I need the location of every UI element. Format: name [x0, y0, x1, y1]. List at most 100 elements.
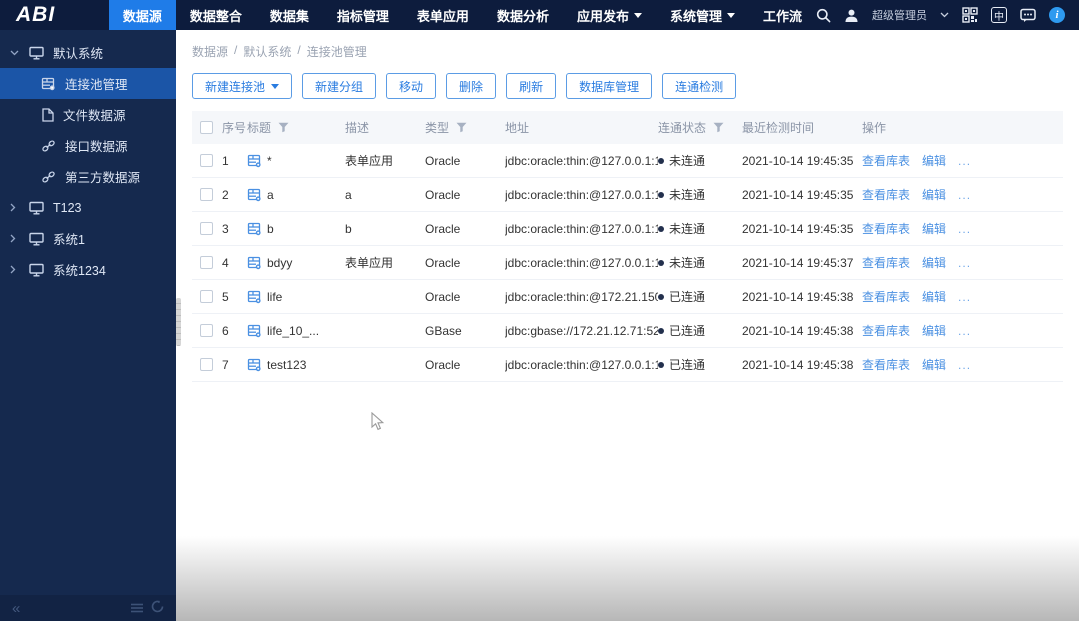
- chevron-right-icon[interactable]: [10, 265, 20, 274]
- nav-item-4[interactable]: 指标管理: [323, 0, 403, 30]
- sidebar-subitem-1-4[interactable]: 第三方数据源: [0, 161, 176, 192]
- refresh-icon[interactable]: [151, 600, 164, 616]
- menu-icon[interactable]: [131, 601, 143, 616]
- nav-item-3[interactable]: 数据集: [256, 0, 323, 30]
- toolbar-button-label: 刷新: [519, 79, 544, 94]
- nav-item-6[interactable]: 数据分析: [483, 0, 563, 30]
- filter-icon[interactable]: [713, 122, 724, 133]
- toolbar-button-7[interactable]: 连通检测: [662, 73, 737, 99]
- chevron-right-icon[interactable]: [10, 203, 20, 212]
- top-navigation-bar: ABI 数据源 数据整合 数据集 指标管理 表单应用 数据分析 应用发布 系统管理 工作流 超级…: [0, 0, 1079, 30]
- user-avatar-icon[interactable]: [844, 8, 859, 23]
- filter-icon[interactable]: [456, 122, 467, 133]
- toolbar-button-4[interactable]: 删除: [446, 73, 497, 99]
- row-title[interactable]: life_10_...: [267, 324, 319, 338]
- row-title[interactable]: life: [267, 290, 282, 304]
- breadcrumb-default-system[interactable]: 默认系统: [243, 43, 291, 60]
- edit-link[interactable]: 编辑: [922, 152, 946, 169]
- row-description: a: [345, 187, 352, 202]
- chevron-right-icon[interactable]: [10, 234, 20, 243]
- row-address: jdbc:gbase://172.21.12.71:52...: [505, 323, 658, 338]
- more-actions-link[interactable]: ...: [958, 324, 971, 338]
- filter-icon[interactable]: [278, 122, 289, 133]
- row-status-cell: 已连通: [658, 322, 742, 339]
- edit-link[interactable]: 编辑: [922, 186, 946, 203]
- language-switch-icon[interactable]: 中: [991, 7, 1007, 23]
- toolbar-button-label: 数据库管理: [579, 79, 640, 94]
- row-checkbox[interactable]: [200, 324, 213, 337]
- view-tables-link[interactable]: 查看库表: [862, 254, 910, 271]
- view-tables-link[interactable]: 查看库表: [862, 356, 910, 373]
- collapse-sidebar-icon[interactable]: «: [12, 600, 20, 617]
- nav-item-2[interactable]: 数据整合: [176, 0, 256, 30]
- database-icon: [247, 256, 262, 270]
- column-header-4: 类型: [425, 119, 505, 136]
- sidebar-subitem-1-1[interactable]: 连接池管理: [0, 68, 176, 99]
- nav-item-5[interactable]: 表单应用: [403, 0, 483, 30]
- view-tables-link[interactable]: 查看库表: [862, 152, 910, 169]
- view-tables-link[interactable]: 查看库表: [862, 186, 910, 203]
- edit-link[interactable]: 编辑: [922, 220, 946, 237]
- row-checkbox[interactable]: [200, 256, 213, 269]
- more-actions-link[interactable]: ...: [958, 256, 971, 270]
- more-actions-link[interactable]: ...: [958, 290, 971, 304]
- current-username[interactable]: 超级管理员: [872, 7, 927, 23]
- nav-item-8[interactable]: 系统管理: [656, 0, 749, 30]
- toolbar-button-2[interactable]: 新建分组: [302, 73, 377, 99]
- nav-item-7[interactable]: 应用发布: [563, 0, 656, 30]
- row-checkbox[interactable]: [200, 358, 213, 371]
- select-all-checkbox[interactable]: [200, 121, 213, 134]
- more-actions-link[interactable]: ...: [958, 188, 971, 202]
- row-title[interactable]: b: [267, 222, 274, 236]
- breadcrumb-connection-pool[interactable]: 连接池管理: [307, 43, 367, 60]
- row-title[interactable]: *: [267, 154, 272, 168]
- row-title[interactable]: a: [267, 188, 274, 202]
- row-checkbox[interactable]: [200, 222, 213, 235]
- status-dot: [658, 361, 664, 368]
- edit-link[interactable]: 编辑: [922, 288, 946, 305]
- sidebar-item-4[interactable]: 系统1234: [0, 254, 176, 285]
- column-header-7: 最近检测时间: [742, 119, 862, 136]
- nav-item-1[interactable]: 数据源: [108, 0, 176, 30]
- view-tables-link[interactable]: 查看库表: [862, 288, 910, 305]
- edit-link[interactable]: 编辑: [922, 356, 946, 373]
- row-title-cell: b: [247, 222, 345, 236]
- more-actions-link[interactable]: ...: [958, 222, 971, 236]
- qr-code-icon[interactable]: [962, 7, 978, 23]
- breadcrumb-datasource[interactable]: 数据源: [192, 43, 228, 60]
- search-icon[interactable]: [816, 8, 831, 23]
- row-title[interactable]: test123: [267, 358, 306, 372]
- info-icon[interactable]: i: [1049, 7, 1065, 23]
- row-title-cell: bdyy: [247, 256, 345, 270]
- user-menu-chevron-icon[interactable]: [940, 12, 949, 18]
- row-checkbox[interactable]: [200, 188, 213, 201]
- sidebar-item-2[interactable]: T123: [0, 192, 176, 223]
- sidebar-item-3[interactable]: 系统1: [0, 223, 176, 254]
- status-badge: 未连通: [669, 188, 706, 202]
- row-checkbox[interactable]: [200, 154, 213, 167]
- sidebar-item-1[interactable]: 默认系统: [0, 37, 176, 68]
- toolbar-button-6[interactable]: 数据库管理: [566, 73, 653, 99]
- row-checkbox[interactable]: [200, 290, 213, 303]
- edit-link[interactable]: 编辑: [922, 254, 946, 271]
- column-header-1: 序号: [222, 119, 247, 136]
- database-icon: [41, 77, 56, 91]
- nav-item-label: 数据分析: [496, 8, 549, 24]
- more-actions-link[interactable]: ...: [958, 154, 971, 168]
- connection-pool-table: 序号 标题 描述 类型 地址 连通状态 最近检测时间 操作 1 * 表单应用 Oracle jdbc:…: [192, 111, 1063, 382]
- scrollbar-thumb[interactable]: [176, 298, 181, 346]
- view-tables-link[interactable]: 查看库表: [862, 322, 910, 339]
- view-tables-link[interactable]: 查看库表: [862, 220, 910, 237]
- sidebar-subitem-1-3[interactable]: 接口数据源: [0, 130, 176, 161]
- nav-item-9[interactable]: 工作流: [749, 0, 816, 30]
- status-dot: [658, 293, 664, 300]
- chevron-down-icon[interactable]: [10, 50, 20, 56]
- toolbar-button-5[interactable]: 刷新: [506, 73, 557, 99]
- toolbar-button-1[interactable]: 新建连接池: [192, 73, 293, 99]
- row-title[interactable]: bdyy: [267, 256, 292, 270]
- sidebar-subitem-1-2[interactable]: 文件数据源: [0, 99, 176, 130]
- more-actions-link[interactable]: ...: [958, 358, 971, 372]
- edit-link[interactable]: 编辑: [922, 322, 946, 339]
- message-icon[interactable]: [1020, 8, 1036, 23]
- toolbar-button-3[interactable]: 移动: [386, 73, 437, 99]
